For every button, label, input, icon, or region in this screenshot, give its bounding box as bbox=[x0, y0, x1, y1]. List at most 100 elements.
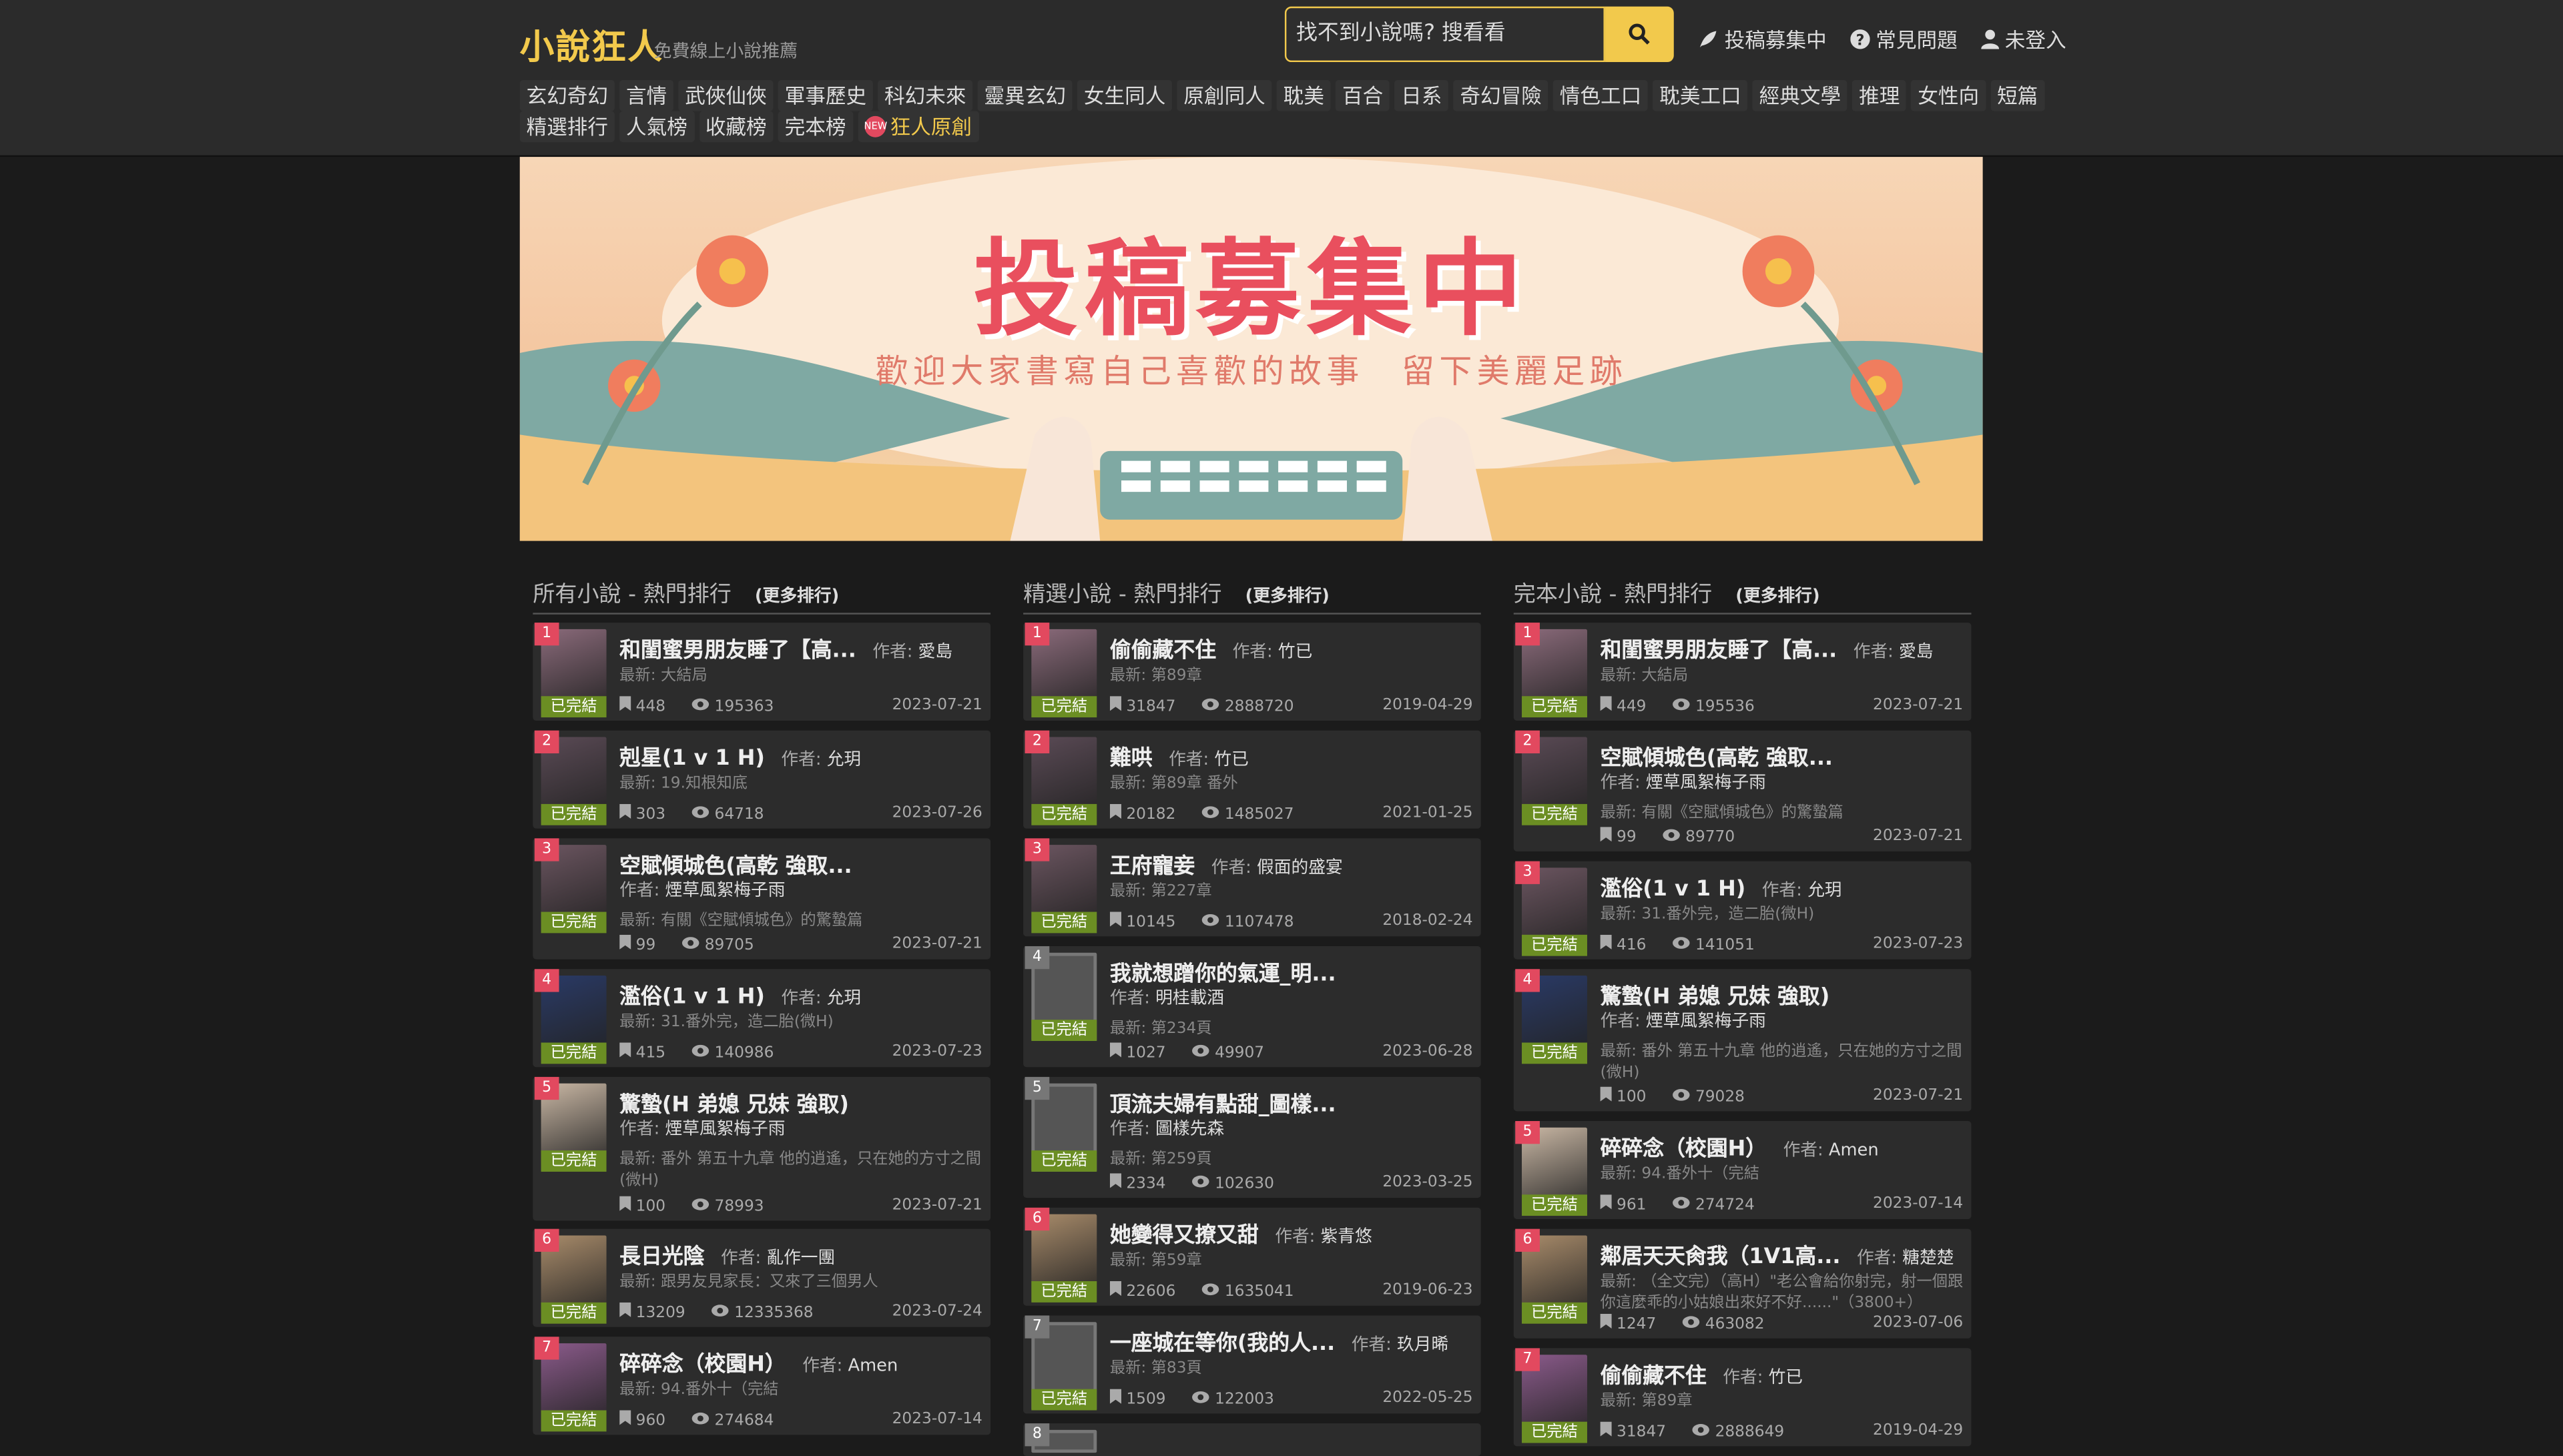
novel-title-link[interactable]: 偷偷藏不住 bbox=[1601, 1365, 1707, 1389]
nav-item[interactable]: 玄幻奇幻 bbox=[519, 80, 615, 111]
novel-card[interactable]: 7 已完結 碎碎念（校園H） 作者: Amen 最新: 94.番外十（完結 960 2746… bbox=[533, 1337, 991, 1435]
novel-card[interactable]: 5 已完結 頂流夫婦有點甜_圖樣... 作者: 圖樣先森 最新: 第259頁 2334 10… bbox=[1023, 1076, 1481, 1198]
nav-item[interactable]: 靈異玄幻 bbox=[977, 80, 1073, 111]
author-name-link[interactable]: 煙草風絮梅子雨 bbox=[1646, 1012, 1766, 1031]
latest-chapter-link[interactable]: 有關《空賦傾城色》的驚蟄篇 bbox=[661, 912, 862, 930]
latest-chapter-link[interactable]: 19.知根知底 bbox=[661, 775, 748, 793]
novel-card[interactable]: 3 已完結 濫俗(1 v 1 H) 作者: 允玥 最新: 31.番外完，造二胎(微H) 4… bbox=[1513, 861, 1972, 960]
author-name-link[interactable]: 亂作一團 bbox=[766, 1248, 835, 1268]
novel-title-link[interactable]: 驚蟄(H 弟媳 兄妹 強取) bbox=[1601, 986, 1830, 1010]
latest-chapter-link[interactable]: 第259頁 bbox=[1151, 1150, 1212, 1168]
novel-card[interactable]: 3 已完結 王府寵妾 作者: 假面的盛宴 最新: 第227章 10145 1107478 20… bbox=[1023, 838, 1481, 937]
author-name-link[interactable]: 圖樣先森 bbox=[1155, 1120, 1224, 1139]
novel-title-link[interactable]: 剋星(1 v 1 H) bbox=[619, 747, 765, 771]
latest-chapter-link[interactable]: 94.番外十（完結 bbox=[661, 1381, 779, 1399]
novel-card[interactable]: 8 bbox=[1023, 1423, 1481, 1456]
nav-item[interactable]: 日系 bbox=[1394, 80, 1449, 111]
nav-item[interactable]: 情色工口 bbox=[1553, 80, 1649, 111]
nav-item[interactable]: 經典文學 bbox=[1752, 80, 1847, 111]
latest-chapter-link[interactable]: 31.番外完，造二胎(微H) bbox=[1641, 905, 1814, 924]
latest-chapter-link[interactable]: 第89章 番外 bbox=[1151, 775, 1238, 793]
author-name-link[interactable]: 允玥 bbox=[1807, 881, 1841, 900]
author-name-link[interactable]: 竹已 bbox=[1769, 1368, 1803, 1387]
latest-chapter-link[interactable]: 番外 第五十九章 他的逍遙，只在她的方寸之間 bbox=[1641, 1042, 1962, 1060]
nav-item[interactable]: 耽美工口 bbox=[1653, 80, 1748, 111]
novel-title-link[interactable]: 濫俗(1 v 1 H) bbox=[1601, 877, 1746, 902]
nav-item[interactable]: 奇幻冒險 bbox=[1453, 80, 1548, 111]
submit-link[interactable]: 投稿募集中 bbox=[1699, 23, 1827, 54]
author-name-link[interactable]: 假面的盛宴 bbox=[1257, 858, 1343, 877]
novel-card[interactable]: 6 已完結 長日光陰 作者: 亂作一團 最新: 跟男友見家長：又來了三個男人 13209 1… bbox=[533, 1228, 991, 1327]
novel-card[interactable]: 1 已完結 和閨蜜男朋友睡了【高... 作者: 愛島 最新: 大結局 449 195536 2… bbox=[1513, 623, 1972, 721]
more-ranking-link[interactable]: (更多排行) bbox=[1735, 587, 1819, 606]
novel-title-link[interactable]: 碎碎念（校園H） bbox=[619, 1353, 786, 1378]
novel-title-link[interactable]: 和閨蜜男朋友睡了【高... bbox=[619, 639, 856, 664]
author-name-link[interactable]: 煙草風絮梅子雨 bbox=[1646, 773, 1766, 792]
novel-title-link[interactable]: 偷偷藏不住 bbox=[1110, 639, 1216, 664]
nav-item[interactable]: 完本榜 bbox=[778, 111, 853, 143]
nav-item-original[interactable]: NEW 狂人原創 bbox=[857, 111, 978, 143]
latest-chapter-link[interactable]: 番外 第五十九章 他的逍遙，只在她的方寸之間 bbox=[661, 1150, 981, 1168]
novel-title-link[interactable]: 驚蟄(H 弟媳 兄妹 強取) bbox=[619, 1093, 849, 1118]
author-name-link[interactable]: 明桂載酒 bbox=[1155, 989, 1224, 1008]
nav-item[interactable]: 百合 bbox=[1336, 80, 1390, 111]
novel-title-link[interactable]: 她變得又撩又甜 bbox=[1110, 1224, 1259, 1248]
latest-chapter-link[interactable]: （全文完）（高H）"老公會給你射完，射一個跟 bbox=[1641, 1273, 1963, 1291]
search-button[interactable] bbox=[1605, 6, 1674, 63]
author-name-link[interactable]: 玖月晞 bbox=[1397, 1335, 1448, 1355]
nav-item[interactable]: 軍事歷史 bbox=[778, 80, 873, 111]
nav-item[interactable]: 人氣榜 bbox=[619, 111, 694, 143]
latest-chapter-link[interactable]: 第59章 bbox=[1151, 1252, 1202, 1270]
author-name-link[interactable]: 煙草風絮梅子雨 bbox=[665, 1120, 785, 1139]
nav-item[interactable]: 原創同人 bbox=[1177, 80, 1272, 111]
novel-card[interactable]: 5 已完結 碎碎念（校園H） 作者: Amen 最新: 94.番外十（完結 961 2747… bbox=[1513, 1121, 1972, 1219]
latest-chapter-link[interactable]: 有關《空賦傾城色》的驚蟄篇 bbox=[1641, 804, 1843, 822]
author-name-link[interactable]: 允玥 bbox=[827, 750, 861, 769]
more-ranking-link[interactable]: (更多排行) bbox=[755, 587, 839, 606]
novel-title-link[interactable]: 和閨蜜男朋友睡了【高... bbox=[1601, 639, 1837, 664]
novel-card[interactable]: 7 已完結 偷偷藏不住 作者: 竹已 最新: 第89章 31847 2888649 2019-… bbox=[1513, 1348, 1972, 1447]
novel-title-link[interactable]: 碎碎念（校園H） bbox=[1601, 1138, 1767, 1162]
nav-item[interactable]: 耽美 bbox=[1276, 80, 1331, 111]
novel-title-link[interactable]: 空賦傾城色(高乾 強取... bbox=[1601, 747, 1833, 771]
nav-item[interactable]: 女生同人 bbox=[1077, 80, 1173, 111]
novel-title-link[interactable]: 長日光陰 bbox=[619, 1245, 704, 1270]
novel-card[interactable]: 1 已完結 偷偷藏不住 作者: 竹已 最新: 第89章 31847 2888720 2019-… bbox=[1023, 623, 1481, 721]
novel-card[interactable]: 1 已完結 和閨蜜男朋友睡了【高... 作者: 愛島 最新: 大結局 448 195363 2… bbox=[533, 623, 991, 721]
nav-item[interactable]: 短篇 bbox=[1990, 80, 2045, 111]
author-name-link[interactable]: Amen bbox=[1829, 1140, 1879, 1160]
nav-item[interactable]: 武俠仙俠 bbox=[678, 80, 774, 111]
author-name-link[interactable]: 愛島 bbox=[1899, 642, 1933, 661]
promo-banner[interactable]: 投稿募集中 歡迎大家書寫自己喜歡的故事 留下美麗足跡 bbox=[519, 157, 1983, 541]
novel-title-link[interactable]: 空賦傾城色(高乾 強取... bbox=[619, 855, 852, 879]
novel-card[interactable]: 5 已完結 驚蟄(H 弟媳 兄妹 強取) 作者: 煙草風絮梅子雨 最新: 番外 第五十九… bbox=[533, 1076, 991, 1221]
more-ranking-link[interactable]: (更多排行) bbox=[1245, 587, 1330, 606]
author-name-link[interactable]: 竹已 bbox=[1278, 642, 1312, 661]
author-name-link[interactable]: 愛島 bbox=[918, 642, 952, 661]
novel-card[interactable]: 4 已完結 驚蟄(H 弟媳 兄妹 強取) 作者: 煙草風絮梅子雨 最新: 番外 第五十九… bbox=[1513, 969, 1972, 1112]
latest-chapter-link[interactable]: 第227章 bbox=[1151, 882, 1212, 900]
site-logo[interactable]: 小說狂人 bbox=[520, 21, 664, 70]
nav-item[interactable]: 推理 bbox=[1852, 80, 1907, 111]
author-name-link[interactable]: 竹已 bbox=[1214, 750, 1248, 769]
login-link[interactable]: 未登入 bbox=[1980, 23, 2066, 54]
novel-card[interactable]: 3 已完結 空賦傾城色(高乾 強取... 作者: 煙草風絮梅子雨 最新: 有關《空賦傾城… bbox=[533, 838, 991, 960]
faq-link[interactable]: ? 常見問題 bbox=[1849, 23, 1958, 54]
novel-card[interactable]: 7 已完結 一座城在等你(我的人... 作者: 玖月晞 最新: 第83頁 1509 1220… bbox=[1023, 1315, 1481, 1414]
author-name-link[interactable]: 允玥 bbox=[827, 989, 861, 1008]
latest-chapter-link[interactable]: 跟男友見家長：又來了三個男人 bbox=[661, 1273, 878, 1291]
latest-chapter-link[interactable]: 第83頁 bbox=[1151, 1360, 1202, 1378]
latest-chapter-link[interactable]: 31.番外完，造二胎(微H) bbox=[661, 1013, 834, 1031]
novel-title-link[interactable]: 我就想蹭你的氣運_明... bbox=[1110, 962, 1336, 987]
novel-card[interactable]: 2 已完結 空賦傾城色(高乾 強取... 作者: 煙草風絮梅子雨 最新: 有關《空賦傾城… bbox=[1513, 730, 1972, 851]
latest-chapter-link[interactable]: 第89章 bbox=[1641, 1393, 1692, 1411]
author-name-link[interactable]: 煙草風絮梅子雨 bbox=[665, 881, 785, 900]
nav-item[interactable]: 女性向 bbox=[1911, 80, 1986, 111]
author-name-link[interactable]: 紫青悠 bbox=[1321, 1227, 1372, 1246]
novel-title-link[interactable]: 頂流夫婦有點甜_圖樣... bbox=[1110, 1093, 1336, 1118]
novel-card[interactable]: 6 已完結 鄰居天天肏我（1V1高... 作者: 糖楚楚 最新: （全文完）（高H）"老… bbox=[1513, 1228, 1972, 1339]
novel-title-link[interactable]: 鄰居天天肏我（1V1高... bbox=[1601, 1245, 1841, 1270]
novel-card[interactable]: 2 已完結 剋星(1 v 1 H) 作者: 允玥 最新: 19.知根知底 303 64718… bbox=[533, 730, 991, 829]
novel-title-link[interactable]: 濫俗(1 v 1 H) bbox=[619, 986, 765, 1010]
novel-card[interactable]: 2 已完結 難哄 作者: 竹已 最新: 第89章 番外 20182 1485027 2021-… bbox=[1023, 730, 1481, 829]
